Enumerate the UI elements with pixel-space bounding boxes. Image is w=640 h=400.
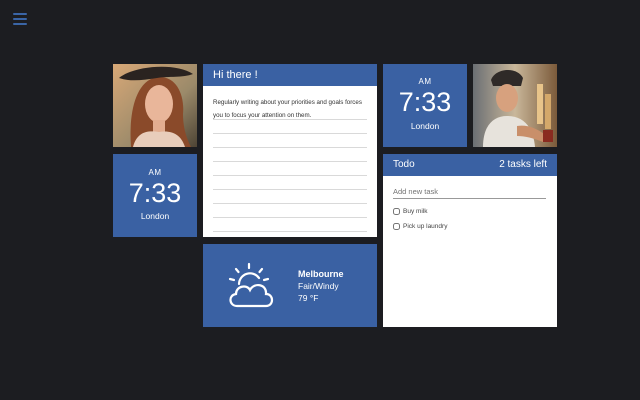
note-title: Hi there ! xyxy=(203,64,377,86)
partly-cloudy-icon xyxy=(203,262,298,310)
todo-item-label: Pick up laundry xyxy=(403,223,448,230)
todo-count: 2 tasks left xyxy=(499,159,547,170)
note-text[interactable]: Regularly writing about your priorities … xyxy=(213,86,367,122)
woman-portrait-image xyxy=(113,64,197,147)
clock-time: 7:33 xyxy=(128,178,182,208)
todo-header: Todo 2 tasks left xyxy=(383,154,557,176)
clock-ampm: AM xyxy=(418,77,432,86)
weather-condition: Fair/Windy xyxy=(298,280,339,291)
photo-tile-man xyxy=(473,64,557,147)
weather-temperature: 79 °F xyxy=(298,292,319,303)
hamburger-menu-icon[interactable] xyxy=(13,13,27,25)
todo-card: Todo 2 tasks left Buy milk Pick up laund… xyxy=(383,154,557,327)
weather-info: Melbourne Fair/Windy 79 °F xyxy=(298,268,344,304)
clock-city: London xyxy=(410,121,440,131)
clock-city: London xyxy=(140,211,170,221)
note-card: Hi there ! Regularly writing about your … xyxy=(203,64,377,246)
clock-time: 7:33 xyxy=(398,87,452,117)
clock-ampm: AM xyxy=(148,168,162,177)
new-task-input[interactable] xyxy=(393,185,546,199)
clock-tile-2: AM 7:33 London xyxy=(383,64,467,147)
todo-checkbox[interactable] xyxy=(393,223,400,230)
photo-tile-woman xyxy=(113,64,197,147)
todo-item-label: Buy milk xyxy=(403,208,428,215)
note-body[interactable]: Regularly writing about your priorities … xyxy=(203,86,377,246)
todo-item[interactable]: Pick up laundry xyxy=(393,223,557,230)
man-portrait-image xyxy=(473,64,557,147)
todo-checkbox[interactable] xyxy=(393,208,400,215)
todo-title: Todo xyxy=(393,159,415,170)
weather-tile: Melbourne Fair/Windy 79 °F xyxy=(203,244,377,327)
clock-tile: AM 7:33 London xyxy=(113,154,197,237)
todo-item[interactable]: Buy milk xyxy=(393,208,557,215)
weather-city: Melbourne xyxy=(298,268,344,279)
